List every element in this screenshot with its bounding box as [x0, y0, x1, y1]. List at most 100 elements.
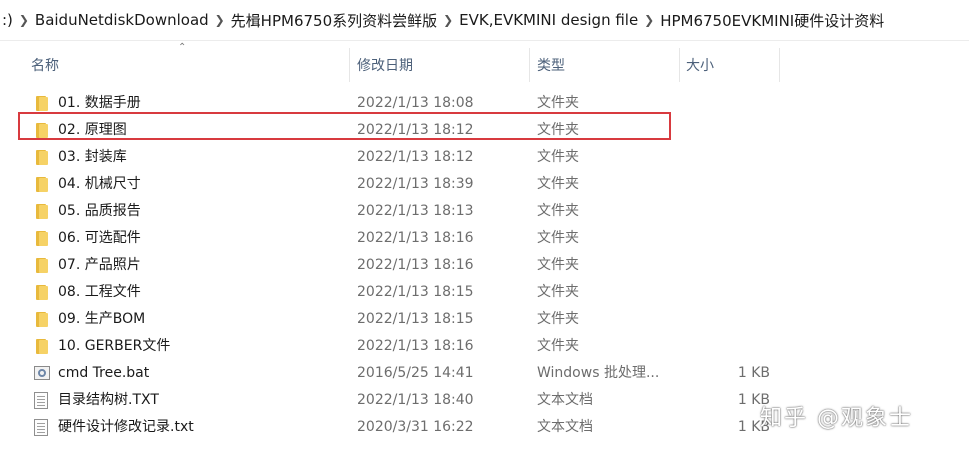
file-date: 2022/1/13 18:39 [357, 176, 474, 192]
folder-icon [33, 198, 51, 225]
file-type: 文件夹 [537, 257, 579, 273]
file-name: 06. 可选配件 [58, 230, 141, 246]
text-file-icon [33, 414, 51, 441]
file-type: 文本文档 [537, 392, 593, 408]
file-row[interactable]: 07. 产品照片 2022/1/13 18:16 文件夹 [0, 252, 969, 279]
batch-file-icon [33, 360, 51, 387]
file-row[interactable]: 05. 品质报告 2022/1/13 18:13 文件夹 [0, 198, 969, 225]
breadcrumb-item-3[interactable]: EVK,EVKMINI design file [459, 11, 638, 29]
folder-icon [33, 279, 51, 306]
sort-ascending-icon: ⌃ [178, 42, 187, 53]
file-name: 03. 封装库 [58, 149, 127, 165]
file-row[interactable]: 09. 生产BOM 2022/1/13 18:15 文件夹 [0, 306, 969, 333]
file-name: 04. 机械尺寸 [58, 176, 141, 192]
column-header-date[interactable]: 修改日期 [357, 48, 413, 82]
file-date: 2022/1/13 18:15 [357, 284, 474, 300]
file-row[interactable]: 01. 数据手册 2022/1/13 18:08 文件夹 [0, 90, 969, 117]
file-date: 2022/1/13 18:08 [357, 95, 474, 111]
file-row[interactable]: 03. 封装库 2022/1/13 18:12 文件夹 [0, 144, 969, 171]
file-date: 2022/1/13 18:16 [357, 338, 474, 354]
file-size [690, 252, 770, 279]
file-size: 1 KB [737, 365, 770, 381]
address-bar[interactable]: :) ❯ BaiduNetdiskDownload ❯ 先楫HPM6750系列资… [0, 0, 969, 41]
file-size [690, 306, 770, 333]
column-header-size[interactable]: 大小 [686, 48, 714, 82]
chevron-right-icon[interactable]: ❯ [638, 13, 660, 27]
file-size [690, 144, 770, 171]
file-date: 2022/1/13 18:16 [357, 230, 474, 246]
file-size: 1 KB [737, 392, 770, 408]
file-type: 文件夹 [537, 149, 579, 165]
column-divider[interactable] [679, 48, 680, 82]
file-size [690, 279, 770, 306]
file-type: Windows 批处理... [537, 365, 660, 381]
column-header-name[interactable]: 名称 [31, 48, 59, 82]
chevron-right-icon[interactable]: ❯ [437, 13, 459, 27]
file-name: 硬件设计修改记录.txt [58, 419, 194, 435]
column-header-type-label: 类型 [537, 58, 565, 74]
column-divider[interactable] [779, 48, 780, 82]
chevron-right-icon[interactable]: ❯ [13, 13, 35, 27]
file-type: 文件夹 [537, 122, 579, 138]
column-divider[interactable] [349, 48, 350, 82]
file-type: 文件夹 [537, 338, 579, 354]
watermark: 知乎 @观象士 [760, 406, 913, 431]
file-name: 07. 产品照片 [58, 257, 141, 273]
file-size: 1 KB [737, 419, 770, 435]
file-name: 08. 工程文件 [58, 284, 141, 300]
folder-icon [33, 333, 51, 360]
file-name: 10. GERBER文件 [58, 338, 171, 354]
file-size [690, 225, 770, 252]
file-date: 2022/1/13 18:12 [357, 122, 474, 138]
file-row[interactable]: 04. 机械尺寸 2022/1/13 18:39 文件夹 [0, 171, 969, 198]
column-header-name-label: 名称 [31, 58, 59, 74]
column-header-type[interactable]: 类型 [537, 48, 565, 82]
folder-icon [33, 225, 51, 252]
file-row[interactable]: 10. GERBER文件 2022/1/13 18:16 文件夹 [0, 333, 969, 360]
file-type: 文件夹 [537, 203, 579, 219]
file-type: 文件夹 [537, 95, 579, 111]
file-row[interactable]: cmd Tree.bat 2016/5/25 14:41 Windows 批处理… [0, 360, 969, 387]
file-name: 09. 生产BOM [58, 311, 146, 327]
file-row[interactable]: 06. 可选配件 2022/1/13 18:16 文件夹 [0, 225, 969, 252]
file-size [690, 90, 770, 117]
breadcrumb-item-4[interactable]: HPM6750EVKMINI硬件设计资料 [660, 10, 884, 31]
file-date: 2022/1/13 18:12 [357, 149, 474, 165]
file-type: 文件夹 [537, 284, 579, 300]
file-row[interactable]: 08. 工程文件 2022/1/13 18:15 文件夹 [0, 279, 969, 306]
folder-icon [33, 306, 51, 333]
file-size [690, 333, 770, 360]
file-row[interactable]: 02. 原理图 2022/1/13 18:12 文件夹 [0, 117, 969, 144]
column-headers: 名称 ⌃ 修改日期 类型 大小 [0, 42, 969, 82]
file-name: 01. 数据手册 [58, 95, 141, 111]
file-name: cmd Tree.bat [58, 365, 150, 381]
breadcrumb-item-2[interactable]: 先楫HPM6750系列资料尝鲜版 [231, 10, 437, 31]
text-file-icon [33, 387, 51, 414]
chevron-right-icon[interactable]: ❯ [209, 13, 231, 27]
folder-icon [33, 144, 51, 171]
file-size [690, 198, 770, 225]
file-size [690, 171, 770, 198]
file-name: 目录结构树.TXT [58, 392, 159, 408]
file-date: 2022/1/13 18:15 [357, 311, 474, 327]
column-header-date-label: 修改日期 [357, 58, 413, 74]
file-date: 2016/5/25 14:41 [357, 365, 474, 381]
file-date: 2022/1/13 18:13 [357, 203, 474, 219]
file-name: 05. 品质报告 [58, 203, 141, 219]
folder-icon [33, 117, 51, 144]
column-divider[interactable] [529, 48, 530, 82]
file-type: 文件夹 [537, 311, 579, 327]
folder-icon [33, 252, 51, 279]
file-type: 文件夹 [537, 176, 579, 192]
folder-icon [33, 90, 51, 117]
file-type: 文件夹 [537, 230, 579, 246]
file-list: 01. 数据手册 2022/1/13 18:08 文件夹 02. 原理图 202… [0, 90, 969, 441]
file-name: 02. 原理图 [58, 122, 127, 138]
file-date: 2020/3/31 16:22 [357, 419, 474, 435]
breadcrumb-item-1[interactable]: BaiduNetdiskDownload [35, 11, 209, 29]
file-size [690, 117, 770, 144]
column-header-size-label: 大小 [686, 58, 714, 74]
folder-icon [33, 171, 51, 198]
file-date: 2022/1/13 18:40 [357, 392, 474, 408]
file-type: 文本文档 [537, 419, 593, 435]
